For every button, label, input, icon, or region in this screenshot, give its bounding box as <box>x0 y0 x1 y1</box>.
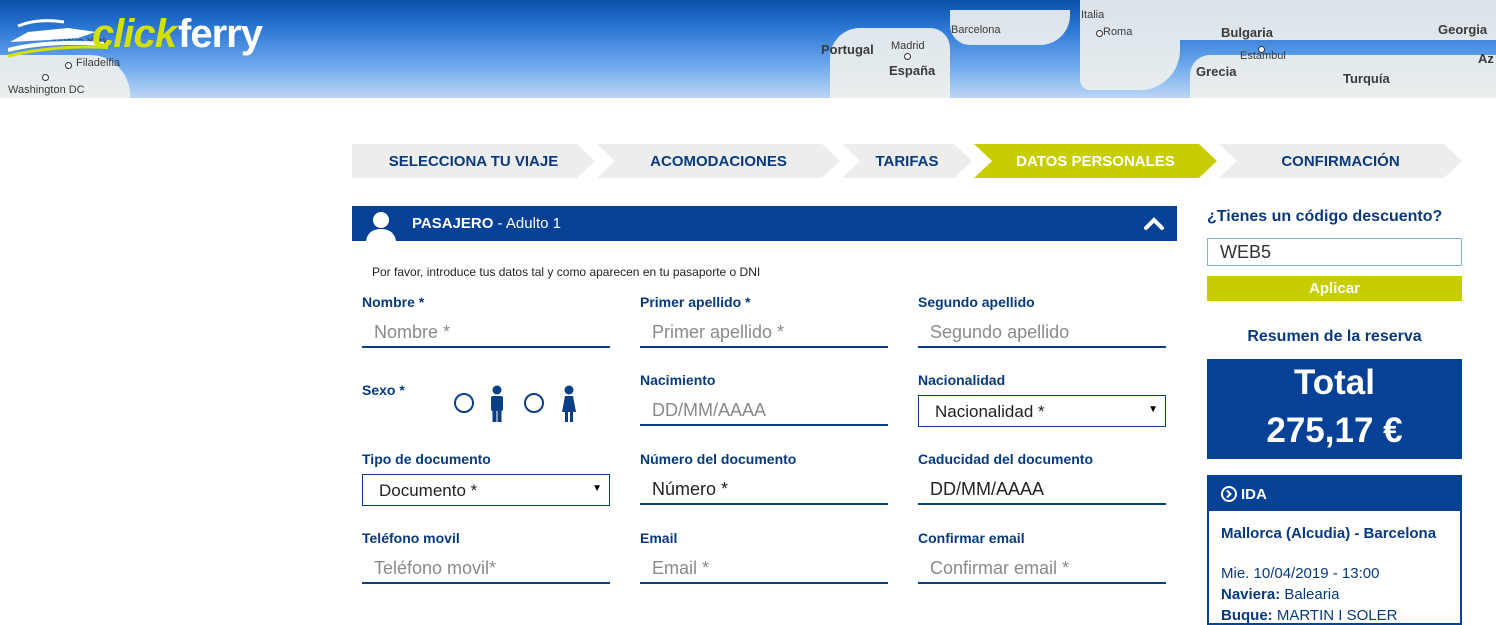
email-label: Email <box>640 530 678 546</box>
total-amount: 275,17 € <box>1266 411 1403 450</box>
caducidad-documento-label: Caducidad del documento <box>918 451 1094 467</box>
promo-question: ¿Tienes un código descuento? <box>1207 208 1443 225</box>
ida-title: IDA <box>1241 486 1267 503</box>
logo-text[interactable]: click <box>92 12 177 57</box>
numero-documento-label: Número del documento <box>640 451 797 467</box>
female-icon <box>562 385 576 422</box>
map-label: Turquía <box>1343 71 1390 86</box>
map-label: Estambul <box>1240 50 1286 62</box>
ida-date: Mie. 10/04/2019 - 13:00 <box>1221 565 1380 582</box>
male-icon <box>491 385 503 422</box>
map-label: Roma <box>1103 26 1133 38</box>
tipo-documento-label: Tipo de documento <box>362 451 491 467</box>
tipo-documento-value: Documento * <box>379 481 478 500</box>
ida-route: Mallorca (Alcudia) - Barcelona <box>1221 525 1437 542</box>
ida-header[interactable]: IDA <box>1209 477 1460 511</box>
nacimiento-input[interactable] <box>640 396 888 426</box>
passenger-header[interactable]: PASAJERO - Adulto 1 <box>352 206 1177 241</box>
map-dot <box>904 53 911 60</box>
user-avatar-icon <box>366 212 396 241</box>
map-label: Bulgaria <box>1221 25 1274 40</box>
segundo-apellido-label: Segundo apellido <box>918 294 1035 310</box>
map-label: Italia <box>1081 9 1105 21</box>
map-label: Portugal <box>821 42 874 57</box>
map-label: Az <box>1478 51 1494 66</box>
tipo-documento-select[interactable]: Documento * ▼ <box>362 474 610 506</box>
map-dot <box>42 74 49 81</box>
primer-apellido-input[interactable] <box>640 318 888 348</box>
sexo-female-radio[interactable] <box>524 393 544 413</box>
caducidad-documento-input[interactable] <box>918 475 1166 505</box>
nacionalidad-label: Nacionalidad <box>918 372 1006 388</box>
passenger-title: PASAJERO - Adulto 1 <box>412 215 561 232</box>
nacionalidad-select[interactable]: Nacionalidad * ▼ <box>918 395 1166 427</box>
total-box: Total 275,17 € <box>1207 359 1462 459</box>
ida-buque: Buque: MARTIN I SOLER <box>1221 607 1398 624</box>
form-hint: Por favor, introduce tus datos tal y com… <box>372 265 761 279</box>
apply-promo-button[interactable]: Aplicar <box>1207 276 1462 301</box>
nombre-label: Nombre * <box>362 294 425 310</box>
telefono-label: Teléfono movil <box>362 530 460 546</box>
nacimiento-label: Nacimiento <box>640 372 716 388</box>
map-label: España <box>889 63 936 78</box>
caret-down-icon: ▼ <box>592 483 602 494</box>
map-label: Georgia <box>1438 22 1488 37</box>
caret-down-icon: ▼ <box>1148 404 1158 415</box>
telefono-input[interactable] <box>362 554 610 584</box>
logo-text[interactable]: ferry <box>178 12 263 57</box>
sexo-male-radio[interactable] <box>454 393 474 413</box>
map-dot <box>1096 30 1103 37</box>
nombre-input[interactable] <box>362 318 610 348</box>
step-datos-personales[interactable]: DATOS PERSONALES <box>974 144 1217 178</box>
nacionalidad-value: Nacionalidad * <box>935 402 1045 421</box>
step-acomodaciones[interactable]: ACOMODACIONES <box>597 144 840 178</box>
step-selecciona-viaje[interactable]: SELECCIONA TU VIAJE <box>352 144 595 178</box>
map-label: Barcelona <box>951 24 1001 36</box>
summary-title: Resumen de la reserva <box>1247 328 1422 345</box>
segundo-apellido-input[interactable] <box>918 318 1166 348</box>
sexo-label: Sexo * <box>362 382 405 398</box>
email-input[interactable] <box>640 554 888 584</box>
booking-steps: SELECCIONA TU VIAJE ACOMODACIONES TARIFA… <box>352 144 1462 178</box>
primer-apellido-label: Primer apellido * <box>640 294 751 310</box>
map-label: Madrid <box>891 40 925 52</box>
step-confirmacion[interactable]: CONFIRMACIÓN <box>1219 144 1462 178</box>
header-banner: Nueva York Filadelfia Washington DC Port… <box>0 0 1496 98</box>
step-tarifas[interactable]: TARIFAS <box>842 144 972 178</box>
chevron-circle-right-icon <box>1221 486 1237 502</box>
ida-trip-card: IDA Mallorca (Alcudia) - Barcelona Mie. … <box>1207 475 1462 625</box>
numero-documento-input[interactable] <box>640 475 888 505</box>
confirmar-email-label: Confirmar email <box>918 530 1025 546</box>
chevron-up-icon[interactable] <box>1143 212 1165 234</box>
confirmar-email-input[interactable] <box>918 554 1166 584</box>
promo-code-input[interactable] <box>1207 238 1462 266</box>
map-label: Washington DC <box>8 84 85 96</box>
map-label: Grecia <box>1196 64 1237 79</box>
ida-naviera: Naviera: Balearia <box>1221 586 1340 603</box>
total-label: Total <box>1293 363 1375 402</box>
